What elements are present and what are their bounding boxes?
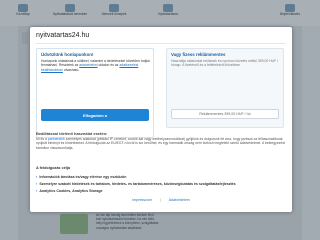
purpose-label: Személyre szabott hirdetések és tartalom…	[39, 181, 236, 186]
divider	[36, 43, 286, 44]
purpose-item-personalised-ads[interactable]: › Személyre szabott hirdetések és tartal…	[36, 181, 236, 186]
nav-label: Nyitvatartásra	[158, 12, 178, 16]
nav-item-search[interactable]: Nyitvatartások keresése	[52, 4, 88, 22]
nav-item-home[interactable]: Kezdőlap	[8, 4, 38, 22]
background-left-column	[0, 26, 18, 240]
intro-text-part: oldalon és az	[97, 63, 120, 68]
background-thumbnail	[60, 214, 88, 234]
consent-modal: nyitvatartas24.hu Üdvözlünk honlapunkon!…	[30, 27, 292, 212]
nav-label: Kezdőlap	[16, 12, 30, 16]
purpose-item-analytics[interactable]: › Analytics Cookies, Analytics Storage	[36, 188, 103, 193]
intro-text-part: olvasható.	[62, 67, 80, 72]
nav-item-login[interactable]: Bejelentkezés	[270, 4, 310, 22]
consent-text-part: személyes adatokat (például IP-címeket, …	[36, 137, 285, 150]
chevron-right-icon: ›	[36, 174, 38, 179]
background-right-column	[302, 26, 320, 240]
accept-button[interactable]: Elfogadom a	[41, 109, 149, 121]
privacy-link[interactable]: adatvédelmi	[79, 63, 97, 67]
search-icon	[65, 4, 75, 12]
chevron-right-icon: ›	[36, 188, 38, 193]
home-icon	[18, 4, 28, 12]
ad-free-title: Vagy fizess reklámmentes	[171, 52, 226, 57]
background-nav-bar: Kezdőlap Nyitvatartások keresése Nemzeti…	[0, 0, 320, 26]
intro-card: Üdvözlünk honlapunkon! Honlapunk oldalai…	[36, 48, 154, 138]
ad-free-subscribe-button[interactable]: Reklámmentes 399,00 HUF / hó	[171, 109, 279, 119]
nav-item-opening-hours[interactable]: Nyitvatartásra	[150, 4, 186, 22]
article-line: országos nyitvatartási adatbázis	[96, 225, 142, 230]
nav-label: Nyitvatartások keresése	[52, 12, 87, 16]
ad-free-card: Vagy fizess reklámmentes Használja oldal…	[166, 48, 284, 128]
calendar-icon	[109, 4, 119, 12]
footer-separator: |	[159, 198, 161, 202]
site-title: nyitvatartas24.hu	[36, 32, 90, 39]
ad-free-text: Használja oldalunkat reklámok és nyomon …	[171, 59, 279, 68]
background-article-text: Az ide tájt mindig ismeretlen kézben lév…	[96, 213, 276, 230]
consent-section: Beállítással történő használat esetén: M…	[36, 131, 286, 150]
nav-label: Nemzeti ünnepek	[101, 12, 127, 16]
purpose-label: Információk tárolása és/vagy elérése egy…	[39, 174, 127, 179]
intro-text: Honlapunk oldalainak a sütikkel, valamin…	[41, 59, 151, 72]
consent-text: Mi és a partnereink személyes adatokat (…	[36, 137, 286, 150]
background-block	[22, 32, 28, 44]
purpose-item-storage[interactable]: › Információk tárolása és/vagy elérése e…	[36, 174, 126, 179]
purposes-title: A feldolgozás célja	[36, 166, 71, 170]
clock-icon	[163, 4, 173, 12]
nav-item-holidays[interactable]: Nemzeti ünnepek	[96, 4, 132, 22]
privacy-policy-link[interactable]: Adatvédelem	[169, 198, 190, 202]
consent-title: Beállítással történő használat esetén:	[36, 131, 108, 136]
intro-title: Üdvözlünk honlapunkon!	[41, 52, 94, 57]
nav-label: Bejelentkezés	[280, 12, 300, 16]
purpose-label: Analytics Cookies, Analytics Storage	[39, 188, 103, 193]
chevron-right-icon: ›	[36, 181, 38, 186]
impressum-link[interactable]: Impresszum	[132, 198, 152, 202]
modal-footer: Impresszum | Adatvédelem	[30, 198, 292, 202]
user-icon	[285, 4, 295, 12]
